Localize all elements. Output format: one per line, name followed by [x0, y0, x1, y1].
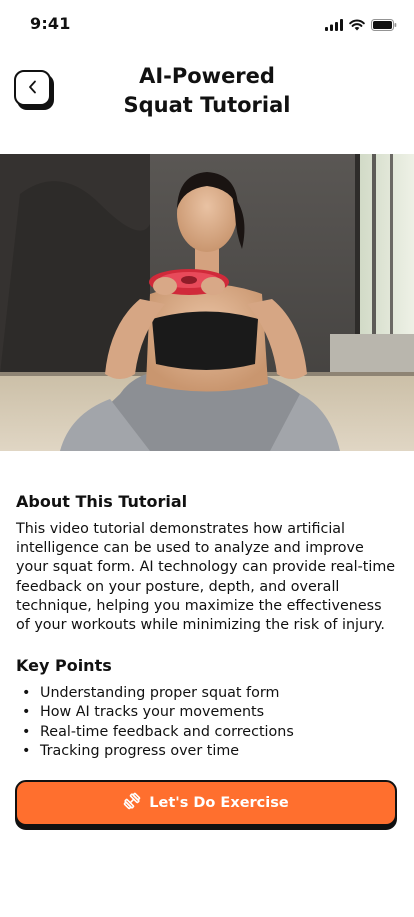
about-text: This video tutorial demonstrates how art… — [16, 521, 396, 634]
signal-icon — [325, 16, 343, 35]
status-time: 9:41 — [30, 14, 71, 33]
cta-label: Let's Do Exercise — [149, 795, 289, 811]
dumbbell-icon — [123, 792, 141, 814]
chevron-left-icon — [27, 79, 39, 98]
list-item: Real-time feedback and corrections — [16, 723, 398, 742]
wifi-icon — [349, 16, 365, 35]
lets-do-exercise-button[interactable]: Let's Do Exercise — [15, 780, 397, 826]
key-points-list: Understanding proper squat form How AI t… — [16, 684, 398, 761]
about-title: About This Tutorial — [16, 492, 188, 511]
page-title: AI-Powered Squat Tutorial — [123, 64, 291, 117]
list-item: Tracking progress over time — [16, 742, 398, 761]
hero-image — [0, 154, 414, 451]
status-bar: 9:41 — [0, 0, 414, 48]
list-item: Understanding proper squat form — [16, 684, 398, 703]
key-points-title: Key Points — [16, 656, 112, 676]
header: AI-Powered Squat Tutorial — [0, 48, 414, 148]
tutorial-content: About This Tutorial This video tutorial … — [16, 491, 398, 761]
status-icons — [325, 16, 397, 35]
battery-icon — [371, 16, 397, 35]
list-item: How AI tracks your movements — [16, 703, 398, 722]
back-button[interactable] — [14, 70, 51, 106]
